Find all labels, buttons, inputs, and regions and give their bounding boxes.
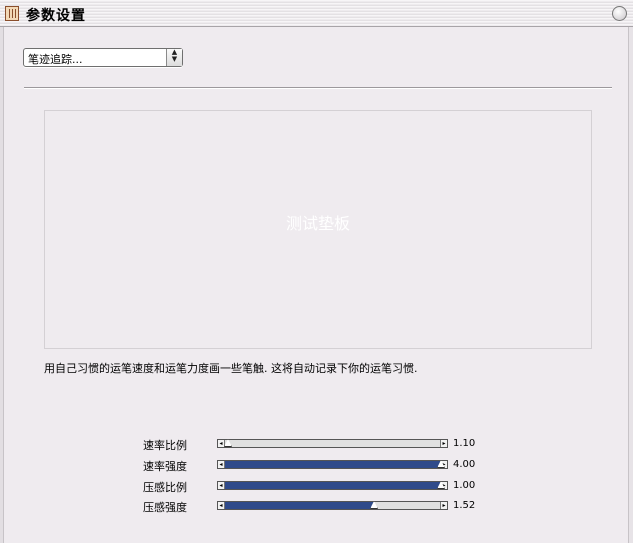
mode-select-value: 笔迹追踪... — [28, 53, 83, 66]
test-pad[interactable]: 测试垫板 — [44, 110, 592, 349]
param-slider[interactable]: ◂ ▸ — [217, 460, 448, 469]
instruction-text: 用自己习惯的运笔速度和运笔力度画一些笔触. 这将自动记录下你的运笔习惯. — [44, 362, 418, 375]
param-value: 1.10 — [453, 438, 476, 449]
param-label: 压感强度 — [143, 501, 187, 514]
slider-fill — [218, 482, 447, 489]
window-title: 参数设置 — [26, 8, 86, 24]
param-label: 速率强度 — [143, 460, 187, 473]
slider-left-arrow-icon[interactable]: ◂ — [218, 440, 225, 447]
slider-fill — [218, 461, 447, 468]
slider-right-arrow-icon[interactable]: ▸ — [440, 502, 447, 509]
param-value: 1.00 — [453, 480, 476, 491]
slider-left-arrow-icon[interactable]: ◂ — [218, 482, 225, 489]
param-value: 4.00 — [453, 459, 476, 470]
param-value: 1.52 — [453, 500, 476, 511]
param-slider[interactable]: ◂ ▸ — [217, 481, 448, 490]
param-slider[interactable]: ◂ ▸ — [217, 439, 448, 448]
param-label: 压感比例 — [143, 481, 187, 494]
zoom-button-icon[interactable] — [612, 6, 627, 21]
title-bar[interactable]: 参数设置 — [0, 0, 633, 27]
right-frame-edge — [628, 27, 633, 543]
slider-right-arrow-icon[interactable]: ▸ — [440, 440, 447, 447]
param-slider[interactable]: ◂ ▸ — [217, 501, 448, 510]
mode-select[interactable]: 笔迹追踪... ▲ ▼ — [23, 48, 183, 67]
param-label: 速率比例 — [143, 439, 187, 452]
up-down-arrows-icon[interactable]: ▲ ▼ — [166, 49, 182, 66]
test-pad-label: 测试垫板 — [285, 214, 350, 233]
app-icon — [5, 6, 19, 21]
slider-fill — [218, 502, 374, 509]
divider — [24, 87, 612, 89]
slider-thumb[interactable] — [224, 439, 232, 447]
slider-left-arrow-icon[interactable]: ◂ — [218, 461, 225, 468]
slider-left-arrow-icon[interactable]: ◂ — [218, 502, 225, 509]
left-frame-edge — [0, 27, 4, 543]
